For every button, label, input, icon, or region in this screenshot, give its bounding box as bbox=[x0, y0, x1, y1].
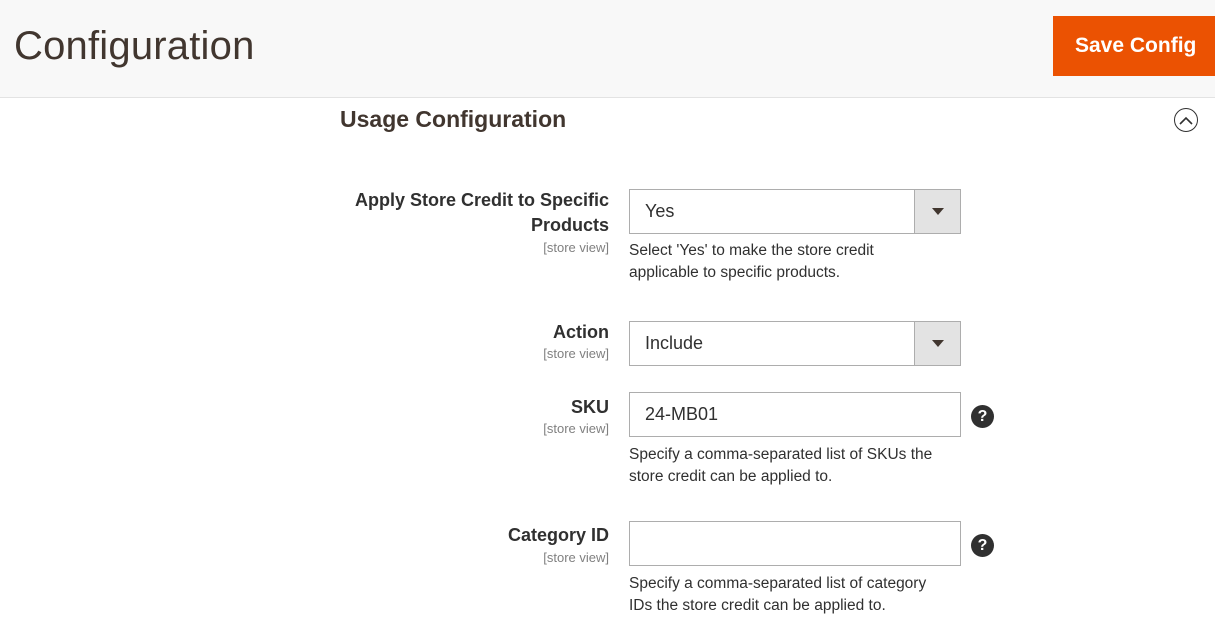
action-scope: [store view] bbox=[543, 346, 609, 361]
category-id-label: Category ID bbox=[507, 525, 609, 545]
save-config-button[interactable]: Save Config bbox=[1053, 16, 1215, 76]
action-select-value: Include bbox=[645, 333, 704, 353]
apply-specific-note-line1: Select 'Yes' to make the store credit bbox=[629, 242, 874, 259]
apply-specific-label-line2: Products bbox=[530, 215, 609, 235]
help-icon[interactable]: ? bbox=[971, 405, 994, 428]
category-id-input[interactable] bbox=[629, 521, 961, 566]
category-id-note: Specify a comma-separated list of catego… bbox=[629, 573, 969, 617]
action-label: Action bbox=[553, 322, 609, 342]
category-id-scope: [store view] bbox=[543, 550, 609, 565]
sku-input[interactable] bbox=[629, 392, 961, 437]
apply-specific-note-line2: applicable to specific products. bbox=[629, 264, 841, 281]
apply-specific-label: Apply Store Credit to Specific Products bbox=[309, 188, 609, 238]
page-header: Configuration Save Config bbox=[0, 0, 1215, 98]
apply-specific-scope: [store view] bbox=[543, 240, 609, 255]
sku-note-line1: Specify a comma-separated list of SKUs t… bbox=[629, 446, 933, 463]
dropdown-arrow-icon[interactable] bbox=[914, 322, 960, 365]
action-select[interactable]: Include bbox=[629, 321, 961, 366]
apply-specific-select[interactable]: Yes bbox=[629, 189, 961, 234]
sku-scope: [store view] bbox=[543, 421, 609, 436]
apply-specific-label-line1: Apply Store Credit to Specific bbox=[354, 190, 609, 210]
category-id-note-line1: Specify a comma-separated list of catego… bbox=[629, 575, 927, 592]
sku-note: Specify a comma-separated list of SKUs t… bbox=[629, 444, 969, 488]
chevron-up-circle-icon[interactable] bbox=[1174, 108, 1198, 132]
page-title: Configuration bbox=[14, 24, 255, 68]
sku-note-line2: store credit can be applied to. bbox=[629, 468, 833, 485]
apply-specific-select-value: Yes bbox=[645, 201, 675, 221]
sku-label: SKU bbox=[570, 397, 609, 417]
dropdown-arrow-icon[interactable] bbox=[914, 190, 960, 233]
help-icon[interactable]: ? bbox=[971, 534, 994, 557]
section-title[interactable]: Usage Configuration bbox=[340, 104, 566, 134]
category-id-note-line2: IDs the store credit can be applied to. bbox=[629, 597, 886, 614]
apply-specific-note: Select 'Yes' to make the store credit ap… bbox=[629, 240, 969, 284]
